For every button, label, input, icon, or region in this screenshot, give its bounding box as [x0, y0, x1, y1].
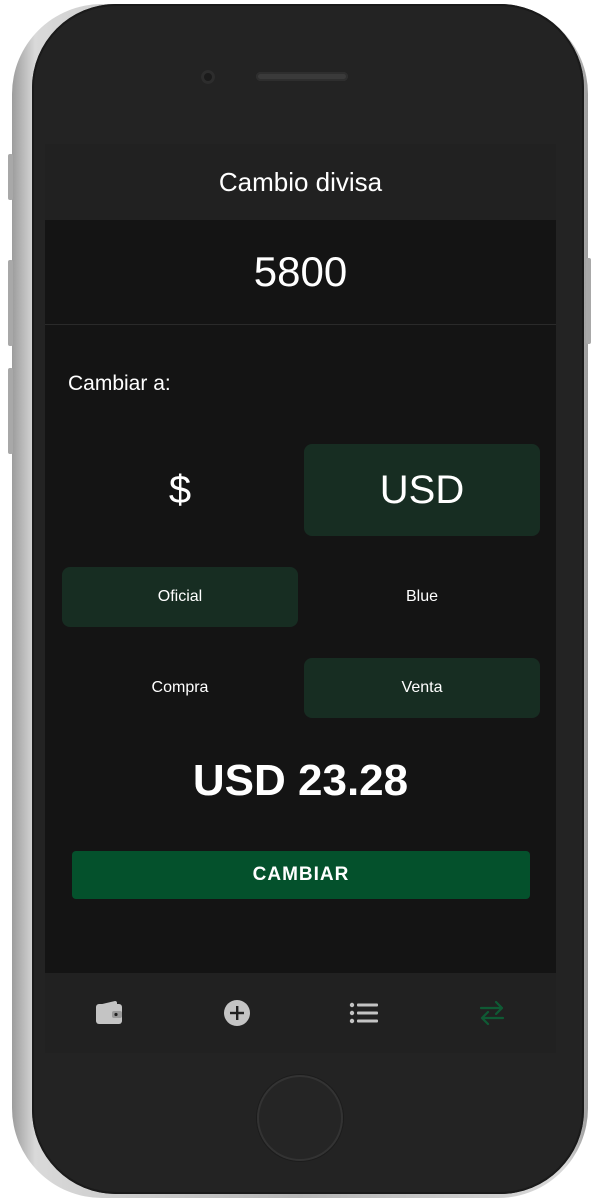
add-circle-icon — [223, 1000, 250, 1026]
swap-arrows-icon — [480, 1000, 505, 1026]
change-to-label: Cambiar a: — [68, 372, 171, 395]
currency-option-peso-label: $ — [168, 467, 192, 512]
nav-item-list[interactable] — [301, 973, 429, 1053]
operation-option-compra[interactable]: Compra — [62, 658, 298, 718]
rate-option-oficial-label: Oficial — [157, 588, 203, 605]
nav-item-exchange[interactable] — [428, 973, 556, 1053]
amount-field[interactable]: 5800 — [45, 220, 556, 325]
app-screen: Cambio divisa 5800 Cambiar a: $ USD Ofic… — [45, 144, 556, 1053]
convert-button-label: CAMBIAR — [252, 864, 350, 885]
rate-option-blue[interactable]: Blue — [304, 567, 540, 627]
currency-option-usd-label: USD — [379, 467, 465, 512]
side-button-mute — [8, 154, 13, 200]
convert-button[interactable]: CAMBIAR — [72, 851, 530, 899]
bottom-navigation — [45, 973, 556, 1053]
operation-option-compra-label: Compra — [151, 679, 209, 696]
home-button[interactable] — [257, 1075, 343, 1161]
page-title: Cambio divisa — [218, 166, 383, 197]
operation-option-venta[interactable]: Venta — [304, 658, 540, 718]
front-camera — [201, 70, 215, 84]
amount-value[interactable]: 5800 — [254, 248, 347, 296]
conversion-result: USD 23.28 — [192, 756, 409, 805]
wallet-icon — [95, 1001, 122, 1024]
list-icon — [350, 1002, 379, 1024]
rate-option-blue-label: Blue — [405, 588, 439, 605]
operation-option-venta-label: Venta — [401, 679, 443, 696]
nav-item-add[interactable] — [173, 973, 301, 1053]
earpiece-speaker — [256, 72, 348, 81]
rate-option-oficial[interactable]: Oficial — [62, 567, 298, 627]
currency-option-usd[interactable]: USD — [304, 444, 540, 536]
app-bar: Cambio divisa — [45, 144, 556, 220]
side-button-volume-down — [8, 368, 13, 454]
nav-item-wallet[interactable] — [45, 973, 173, 1053]
side-button-power — [586, 258, 591, 344]
currency-option-peso[interactable]: $ — [62, 444, 298, 536]
side-button-volume-up — [8, 260, 13, 346]
